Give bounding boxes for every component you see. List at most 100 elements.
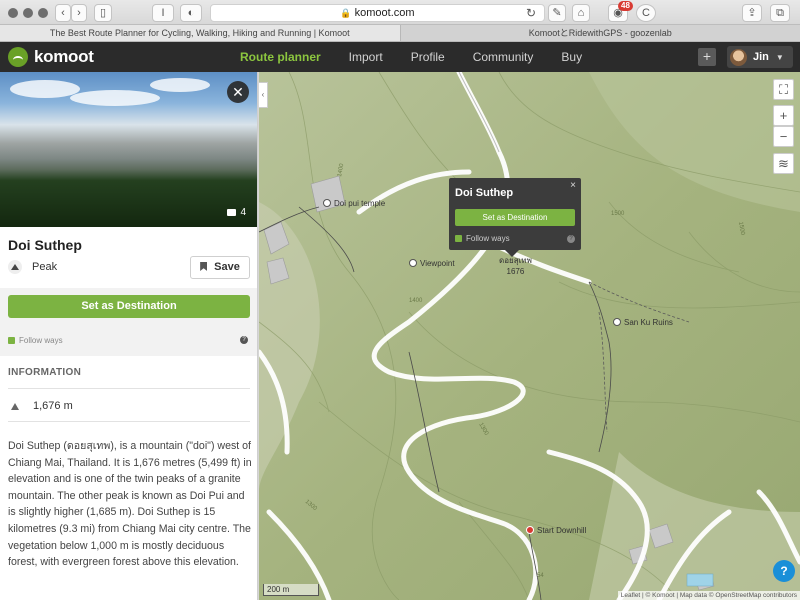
divider — [8, 388, 250, 389]
zoom-in-button[interactable]: + — [773, 105, 794, 126]
help-icon[interactable]: ? — [567, 235, 575, 243]
add-button[interactable]: + — [698, 48, 716, 66]
poi-ruins[interactable]: San Ku Ruins — [613, 318, 673, 327]
marker-icon — [526, 526, 534, 534]
poi-start-downhill[interactable]: Start Downhill — [526, 526, 586, 535]
address-bar[interactable]: 🔒 komoot.com ↻ — [210, 4, 545, 22]
photo-count[interactable]: 4 — [227, 207, 246, 218]
place-sidebar: ✕ 4 Doi Suthep Peak Save Set as Destinat… — [0, 72, 258, 600]
camera-icon — [227, 209, 237, 216]
place-title: Doi Suthep — [8, 237, 82, 253]
close-icon[interactable]: × — [570, 180, 576, 191]
photo-cloud — [10, 80, 80, 98]
poi-viewpoint[interactable]: Viewpoint — [409, 259, 455, 268]
url-text: komoot.com — [354, 7, 415, 19]
tab-bar: The Best Route Planner for Cycling, Walk… — [0, 25, 800, 42]
place-type: Peak — [8, 260, 57, 274]
photo-cloud — [150, 78, 210, 92]
photo-count-value: 4 — [240, 207, 246, 218]
extension-icon[interactable]: C — [636, 4, 656, 22]
map-view[interactable]: 1400 1500 1500 1300 1300 1400 54 ‹ Doi p… — [259, 72, 800, 600]
photo-cloud — [70, 90, 160, 106]
poi-temple[interactable]: Doi pui temple — [323, 199, 385, 208]
poi-temple-label: Doi pui temple — [334, 199, 386, 208]
user-name: Jin — [753, 51, 769, 63]
peak-name-label: ดอยสุเทพ — [499, 256, 532, 265]
komoot-logo[interactable]: komoot — [8, 47, 94, 67]
elevation-icon — [11, 402, 19, 410]
poi-start-label: Start Downhill — [537, 526, 587, 535]
pool — [686, 573, 714, 587]
contour-label: 1400 — [409, 298, 423, 304]
browser-tab[interactable]: KomootとRidewithGPS - goozenlab — [401, 25, 800, 41]
divider — [8, 421, 250, 422]
peak-elevation-label: 1676 — [506, 267, 525, 276]
popup-follow-ways-checkbox[interactable]: Follow ways — [455, 234, 510, 243]
elevation-row: 1,676 m — [8, 400, 73, 412]
help-icon[interactable]: ? — [240, 336, 248, 344]
contour-label: 54 — [537, 573, 544, 579]
place-photo[interactable]: ✕ 4 — [0, 72, 257, 227]
viewpoint-icon — [409, 259, 417, 267]
popup-set-destination-button[interactable]: Set as Destination — [455, 209, 575, 226]
map-scale: 200 m — [263, 584, 319, 596]
bookmark-icon — [200, 262, 208, 271]
back-icon[interactable]: ‹ — [55, 4, 71, 22]
temple-icon — [323, 199, 331, 207]
reload-icon[interactable]: ↻ — [526, 5, 536, 21]
komoot-logo-icon — [8, 47, 28, 67]
popup-follow-label: Follow ways — [466, 234, 510, 243]
close-icon[interactable]: ✕ — [227, 81, 249, 103]
checkbox-icon — [8, 337, 15, 344]
help-button[interactable]: ? — [773, 560, 795, 582]
reader-icon[interactable]: I — [152, 4, 174, 22]
browser-tab[interactable]: The Best Route Planner for Cycling, Walk… — [0, 25, 401, 41]
tabs-overview-icon[interactable]: ⧉ — [770, 4, 790, 22]
nav-import[interactable]: Import — [349, 42, 383, 72]
set-destination-button[interactable]: Set as Destination — [8, 295, 250, 318]
nav-profile[interactable]: Profile — [411, 42, 445, 72]
app-header: komoot Route planner Import Profile Comm… — [0, 42, 800, 72]
peak-icon — [8, 260, 22, 274]
nav-buy[interactable]: Buy — [561, 42, 582, 72]
zoom-window-dot[interactable] — [38, 8, 48, 18]
contour-label: 1500 — [611, 211, 625, 217]
logo-text: komoot — [34, 47, 94, 66]
zoom-out-button[interactable]: − — [773, 126, 794, 147]
fullscreen-icon[interactable]: ⛶ — [773, 79, 794, 100]
popup-title: Doi Suthep — [455, 187, 514, 199]
elevation-value: 1,676 m — [33, 400, 73, 412]
follow-ways-checkbox[interactable]: Follow ways — [8, 336, 63, 345]
nav-community[interactable]: Community — [473, 42, 534, 72]
destination-panel: Set as Destination Follow ways ? — [0, 288, 257, 356]
extension-badge: 48 — [618, 1, 633, 11]
save-button[interactable]: Save — [190, 256, 250, 279]
information-heading: INFORMATION — [8, 367, 82, 378]
extension-icon[interactable]: ◐ — [180, 4, 202, 22]
place-popup: Doi Suthep × Set as Destination Follow w… — [449, 178, 581, 257]
map-canvas: 1400 1500 1500 1300 1300 1400 54 — [259, 72, 800, 600]
sidebar-toggle-icon[interactable]: ▯ — [94, 4, 112, 22]
browser-toolbar: ‹ › ▯ I ◐ 🔒 komoot.com ↻ ✎ ⌂ ◉ 48 C ⇪ ⧉ — [0, 0, 800, 25]
poi-viewpoint-label: Viewpoint — [420, 259, 455, 268]
peak-label[interactable]: ดอยสุเทพ 1676 — [499, 254, 532, 276]
close-window-dot[interactable] — [8, 8, 18, 18]
nav-route-planner[interactable]: Route planner — [240, 42, 321, 72]
share-icon[interactable]: ⇪ — [742, 4, 762, 22]
extension-icon[interactable]: ⌂ — [572, 4, 590, 22]
chevron-down-icon: ▼ — [775, 52, 784, 62]
ruins-icon — [613, 318, 621, 326]
extension-icon[interactable]: ✎ — [548, 4, 566, 22]
forward-icon[interactable]: › — [71, 4, 87, 22]
follow-ways-label: Follow ways — [19, 336, 63, 345]
lock-icon: 🔒 — [340, 8, 352, 18]
minimize-window-dot[interactable] — [23, 8, 33, 18]
avatar — [730, 48, 747, 66]
user-menu[interactable]: Jin ▼ — [727, 46, 793, 68]
main-nav: Route planner Import Profile Community B… — [240, 42, 610, 72]
place-type-label: Peak — [32, 261, 58, 273]
save-label: Save — [214, 261, 240, 273]
collapse-sidebar-icon[interactable]: ‹ — [259, 82, 268, 108]
layers-icon[interactable]: ≋ — [773, 153, 794, 174]
map-attribution[interactable]: Leaflet | © Komoot | Map data © OpenStre… — [617, 591, 800, 600]
